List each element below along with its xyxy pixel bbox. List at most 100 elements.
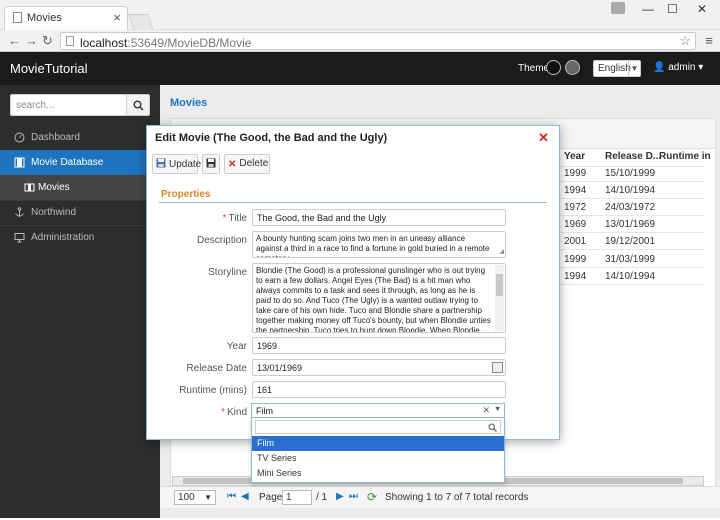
update-button[interactable]: Update [152,154,201,174]
next-page-icon[interactable]: ▶ [336,491,344,502]
section-divider [159,202,547,203]
storyline-value: Blondie (The Good) is a professional gun… [256,266,491,333]
theme-gray-option[interactable] [565,60,580,75]
reload-icon[interactable]: ↻ [42,33,53,49]
search-input[interactable] [10,94,126,116]
required-marker: * [222,213,227,224]
storyline-textarea[interactable]: Blondie (The Good) is a professional gun… [252,263,506,333]
clear-icon[interactable]: ✕ [482,405,490,416]
apply-changes-button[interactable] [202,154,220,174]
cell-year: 1999 [564,168,587,179]
search-icon [133,100,144,111]
cell-release-date: 14/10/1994 [605,185,656,196]
sidebar-item-label: Movies [38,182,70,193]
browser-tab[interactable]: Movies × [4,6,128,30]
cell-release-date: 13/01/1969 [605,219,656,230]
chevron-down-icon: ▼ [628,61,640,76]
theme-label: Theme [518,63,550,74]
caret-down-icon: ▾ [698,62,704,73]
edit-movie-dialog: Edit Movie (The Good, the Bad and the Ug… [146,125,560,440]
back-icon[interactable]: ← [8,33,21,48]
save-icon [206,158,216,168]
page-size-value: 100 [178,492,195,503]
calendar-icon[interactable] [492,362,503,373]
page-size-select[interactable]: 100 ▼ [174,490,216,505]
cell-year: 1972 [564,202,587,213]
kind-option[interactable]: TV Series [252,451,504,466]
release-date-input[interactable]: 13/01/1969 [252,359,506,376]
prev-page-icon[interactable]: ◀ [241,491,249,502]
bookmark-star-icon[interactable]: ☆ [679,33,691,49]
cell-release-date: 19/12/2001 [605,236,656,247]
section-title: Properties [161,189,211,200]
page-number-input[interactable]: 1 [282,490,312,505]
sidebar-search [10,94,150,116]
sidebar-item-label: Northwind [31,207,77,218]
title-value: The Good, the Bad and the Ugly [257,213,387,223]
sidebar-item-dashboard[interactable]: Dashboard [0,125,160,150]
browser-tab-strip: Movies × — ☐ ✕ [0,0,720,30]
row-divider [560,249,704,250]
close-tab-icon[interactable]: × [113,10,121,25]
cell-release-date: 15/10/1999 [605,168,656,179]
kind-select[interactable]: Film ✕ ▼ [251,403,505,418]
cell-year: 1969 [564,219,587,230]
sidebar-item-movie-database[interactable]: Movie Database [0,150,160,175]
kind-option[interactable]: Film [252,436,504,451]
minimize-icon[interactable]: — [642,2,654,16]
title-input[interactable]: The Good, the Bad and the Ugly [252,209,506,226]
runtime-input[interactable]: 161 [252,381,506,398]
sidebar-item-movies[interactable]: Movies [0,175,160,200]
save-icon [156,158,166,168]
close-icon[interactable]: ✕ [538,131,551,144]
runtime-value: 161 [257,385,273,395]
url-input[interactable]: localhost:53649/MovieDB/Movie ☆ [60,32,696,50]
year-label: Year [226,341,247,352]
theme-dark-option[interactable] [546,60,561,75]
profile-icon[interactable] [611,2,625,14]
row-divider [560,198,704,199]
sidebar-item-label: Movie Database [31,157,104,168]
sidebar: Dashboard Movie Database Movies Northwin… [0,85,160,518]
page-label: Page [259,492,283,503]
resize-handle-icon[interactable]: ◢ [499,247,504,257]
new-tab-button[interactable] [128,14,154,30]
language-select[interactable]: English ▼ [593,60,641,77]
kind-option[interactable]: Mini Series [252,466,504,481]
row-divider [560,267,704,268]
url-text: localhost:53649/MovieDB/Movie [80,36,252,50]
storyline-scrollbar[interactable] [495,265,504,331]
search-button[interactable] [126,94,150,116]
forward-icon[interactable]: → [25,33,38,48]
column-header-year[interactable]: Year [564,151,585,162]
page-icon [13,12,22,23]
release-date-label: Release Date [186,363,247,374]
close-window-icon[interactable]: ✕ [697,2,707,16]
user-menu[interactable]: 👤 admin ▾ [653,62,703,73]
last-page-icon[interactable]: ⏭ [349,491,358,502]
first-page-icon[interactable]: ⏮ [227,491,236,502]
required-marker: * [221,407,225,418]
delete-label: Delete [239,158,269,169]
maximize-icon[interactable]: ☐ [667,2,678,16]
address-bar: ← → ↻ localhost:53649/MovieDB/Movie ☆ ≡ [0,30,720,52]
page-info-icon [66,36,74,46]
year-input[interactable]: 1969 [252,337,506,354]
page-number-value: 1 [286,492,292,503]
refresh-icon[interactable]: ⟳ [367,490,377,504]
sidebar-item-administration[interactable]: Administration [0,225,160,250]
browser-menu-icon[interactable]: ≡ [705,33,713,48]
sidebar-item-northwind[interactable]: Northwind [0,200,160,225]
brand-title[interactable]: MovieTutorial [10,61,88,76]
column-header-runtime[interactable]: Runtime in [659,151,711,162]
chevron-down-icon[interactable]: ▼ [494,406,501,413]
description-textarea[interactable]: A bounty hunting scam joins two men in a… [252,231,506,258]
monitor-icon [14,233,25,243]
kind-search-input[interactable] [255,420,501,434]
film-icon [24,183,35,192]
delete-button[interactable]: ✕ Delete [224,154,270,174]
description-label: Description [196,235,247,246]
column-header-release-date[interactable]: Release D... [605,151,661,162]
storyline-label: Storyline [208,267,247,278]
scrollbar-thumb[interactable] [496,274,503,296]
